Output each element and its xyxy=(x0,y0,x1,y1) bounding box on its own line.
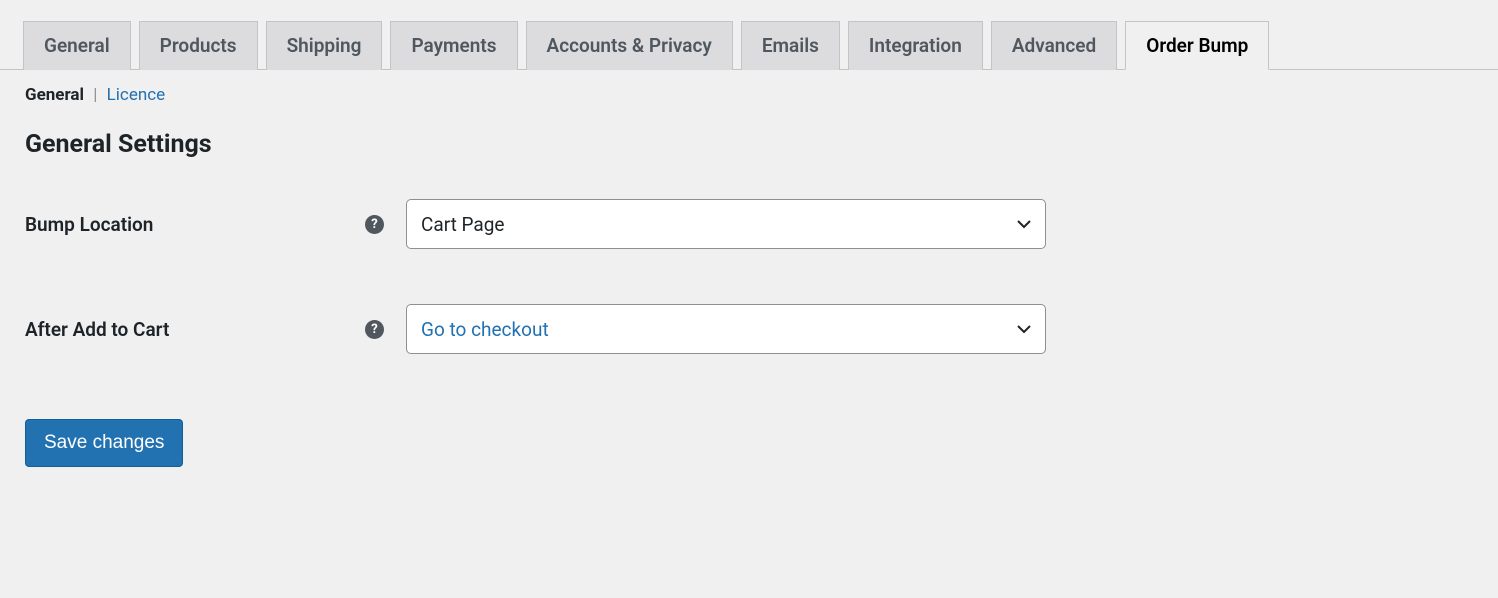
subnav-divider: | xyxy=(93,85,97,105)
settings-tabs: General Products Shipping Payments Accou… xyxy=(0,0,1498,70)
bump-location-label: Bump Location xyxy=(25,213,365,236)
tab-emails[interactable]: Emails xyxy=(741,21,840,70)
save-changes-button[interactable]: Save changes xyxy=(25,419,183,467)
tab-advanced[interactable]: Advanced xyxy=(991,21,1117,70)
bump-location-value: Cart Page xyxy=(421,213,505,236)
tab-integration[interactable]: Integration xyxy=(848,21,983,70)
field-bump-location: Bump Location ? Cart Page xyxy=(25,199,1473,249)
tab-shipping[interactable]: Shipping xyxy=(266,21,383,70)
tab-payments[interactable]: Payments xyxy=(390,21,517,70)
after-add-to-cart-value: Go to checkout xyxy=(421,318,549,341)
tab-products[interactable]: Products xyxy=(139,21,258,70)
tab-general[interactable]: General xyxy=(23,21,131,70)
after-add-to-cart-label: After Add to Cart xyxy=(25,318,365,341)
page-title: General Settings xyxy=(25,130,1473,159)
subnav-current: General xyxy=(25,85,84,105)
bump-location-select[interactable]: Cart Page xyxy=(406,199,1046,249)
subnav-licence-link[interactable]: Licence xyxy=(107,85,166,105)
settings-content: General Settings Bump Location ? Cart Pa… xyxy=(0,120,1498,507)
after-add-to-cart-select[interactable]: Go to checkout xyxy=(406,304,1046,354)
help-icon[interactable]: ? xyxy=(365,215,384,234)
tab-accounts-privacy[interactable]: Accounts & Privacy xyxy=(526,21,733,70)
tab-order-bump[interactable]: Order Bump xyxy=(1125,21,1269,70)
sub-nav: General | Licence xyxy=(0,70,1498,120)
help-icon[interactable]: ? xyxy=(365,320,384,339)
field-after-add-to-cart: After Add to Cart ? Go to checkout xyxy=(25,304,1473,354)
